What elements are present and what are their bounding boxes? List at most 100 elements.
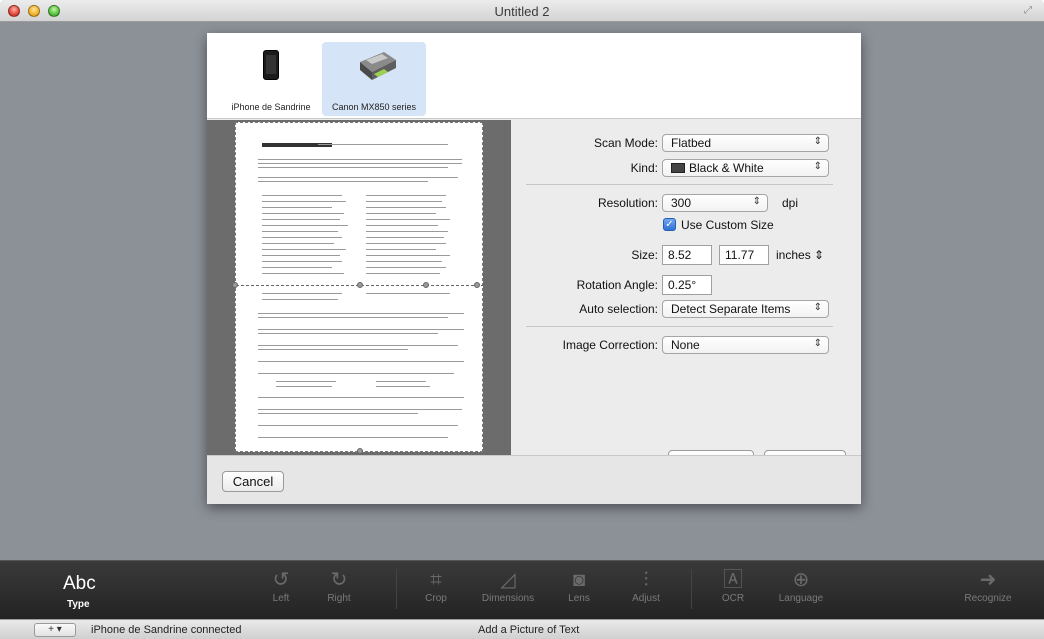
rotation-field[interactable]: 0.25° bbox=[662, 275, 712, 295]
tool-label: Crop bbox=[425, 593, 447, 604]
doc-line bbox=[262, 249, 346, 250]
doc-line bbox=[262, 255, 340, 256]
add-menu-button[interactable]: + ▾ bbox=[34, 623, 76, 637]
resize-handle[interactable] bbox=[357, 282, 363, 288]
tool-label: Dimensions bbox=[481, 593, 535, 604]
doc-line bbox=[366, 231, 448, 232]
popup-arrows-icon: ⇕ bbox=[813, 136, 822, 147]
kind-popup[interactable]: Black & White ⇕ bbox=[662, 159, 829, 177]
device-iphone[interactable]: iPhone de Sandrine bbox=[219, 42, 323, 116]
device-canon-printer[interactable]: Canon MX850 series bbox=[322, 42, 426, 116]
doc-line bbox=[366, 225, 438, 226]
resolution-unit: dpi bbox=[782, 196, 799, 210]
doc-line bbox=[258, 349, 408, 350]
lens-button[interactable]: ◙ Lens bbox=[544, 567, 614, 604]
image-correction-popup[interactable]: None ⇕ bbox=[662, 336, 829, 354]
doc-line bbox=[366, 195, 446, 196]
doc-line bbox=[258, 333, 438, 334]
resolution-popup[interactable]: 300 ⇕ bbox=[662, 194, 768, 212]
dimensions-icon: ◿ bbox=[500, 569, 516, 591]
doc-line bbox=[262, 201, 346, 202]
scan-sheet: iPhone de Sandrine Canon MX850 series Sc… bbox=[207, 33, 861, 504]
doc-line bbox=[262, 243, 334, 244]
doc-line bbox=[262, 219, 340, 220]
doc-line bbox=[258, 425, 458, 426]
doc-line bbox=[262, 195, 342, 196]
doc-line bbox=[366, 267, 446, 268]
doc-line bbox=[258, 163, 462, 164]
doc-line bbox=[258, 361, 464, 362]
doc-line bbox=[262, 261, 342, 262]
recognize-button[interactable]: ➜ Recognize bbox=[953, 567, 1023, 604]
popup-arrows-icon: ⇕ bbox=[752, 196, 761, 207]
doc-line bbox=[258, 345, 458, 346]
dimensions-button[interactable]: ◿ Dimensions bbox=[473, 567, 543, 604]
resize-handle[interactable] bbox=[423, 282, 429, 288]
resize-handle[interactable] bbox=[474, 282, 480, 288]
status-bar: + ▾ iPhone de Sandrine connected Add a P… bbox=[0, 619, 1044, 639]
globe-icon: ⊕ bbox=[792, 569, 810, 591]
adjust-button[interactable]: ⫶ Adjust bbox=[611, 567, 681, 604]
app-window: Untitled 2 ⤢ iPhone de Sandrine Canon MX… bbox=[0, 0, 1044, 639]
auto-selection-popup[interactable]: Detect Separate Items ⇕ bbox=[662, 300, 829, 318]
window-title: Untitled 2 bbox=[494, 4, 550, 19]
type-icon[interactable]: Abc bbox=[63, 573, 96, 595]
doc-line bbox=[366, 219, 450, 220]
doc-line bbox=[376, 386, 430, 387]
doc-line bbox=[262, 237, 342, 238]
doc-line bbox=[366, 249, 436, 250]
scan-preview[interactable] bbox=[207, 120, 511, 455]
doc-line bbox=[258, 317, 448, 318]
popup-arrows-icon: ⇕ bbox=[813, 338, 822, 349]
doc-line bbox=[258, 177, 458, 178]
size-width-field[interactable]: 8.52 bbox=[662, 245, 712, 265]
doc-line bbox=[366, 213, 436, 214]
popup-arrows-icon: ⇕ bbox=[813, 302, 822, 313]
size-height-field[interactable]: 11.77 bbox=[719, 245, 769, 265]
kind-label: Kind: bbox=[630, 161, 658, 175]
kind-value: Black & White bbox=[689, 161, 764, 175]
fullscreen-icon[interactable]: ⤢ bbox=[1024, 5, 1036, 17]
doc-line bbox=[262, 213, 344, 214]
arrow-circle-icon: ➜ bbox=[979, 569, 997, 591]
doc-line bbox=[262, 207, 332, 208]
ocr-button[interactable]: 🄰 OCR bbox=[698, 567, 768, 604]
doc-line bbox=[262, 225, 348, 226]
doc-line bbox=[262, 231, 338, 232]
printer-icon bbox=[360, 52, 396, 80]
custom-size-checkbox[interactable]: ✓ bbox=[663, 218, 676, 231]
doc-line bbox=[276, 386, 332, 387]
doc-line bbox=[366, 261, 442, 262]
resize-handle[interactable] bbox=[232, 282, 238, 288]
resize-handle[interactable] bbox=[357, 448, 363, 454]
doc-line bbox=[258, 159, 462, 160]
connection-status: iPhone de Sandrine connected bbox=[91, 624, 242, 636]
device-label: iPhone de Sandrine bbox=[231, 102, 311, 112]
rotation-label: Rotation Angle: bbox=[576, 278, 658, 292]
scan-mode-value: Flatbed bbox=[671, 136, 712, 150]
popup-arrows-icon: ⇕ bbox=[813, 161, 822, 172]
type-label[interactable]: Type bbox=[67, 599, 90, 610]
language-button[interactable]: ⊕ Language bbox=[766, 567, 836, 604]
doc-line bbox=[366, 273, 440, 274]
doc-line bbox=[258, 181, 428, 182]
status-hint: Add a Picture of Text bbox=[478, 624, 580, 636]
doc-line bbox=[258, 329, 464, 330]
scanned-document-preview[interactable] bbox=[232, 122, 484, 454]
crop-button[interactable]: ⌗ Crop bbox=[401, 567, 471, 604]
doc-line bbox=[276, 381, 336, 382]
cancel-button[interactable]: Cancel bbox=[222, 471, 284, 492]
size-unit-popup[interactable]: inches ⇕ bbox=[776, 248, 824, 262]
auto-selection-label: Auto selection: bbox=[579, 302, 658, 316]
bottom-toolbar: Abc Type ↺ Left ↻ Right ⌗ Crop ◿ Dimensi… bbox=[0, 560, 1044, 619]
scan-mode-popup[interactable]: Flatbed ⇕ bbox=[662, 134, 829, 152]
auto-selection-value: Detect Separate Items bbox=[671, 302, 791, 316]
sheet-footer: Cancel bbox=[207, 455, 861, 504]
doc-line bbox=[258, 373, 454, 374]
custom-size-label: Use Custom Size bbox=[681, 218, 774, 232]
doc-line bbox=[258, 437, 448, 438]
rotate-right-button[interactable]: ↻ Right bbox=[304, 567, 374, 604]
doc-line bbox=[262, 299, 338, 300]
doc-line bbox=[258, 167, 448, 168]
tool-label: OCR bbox=[721, 593, 745, 604]
